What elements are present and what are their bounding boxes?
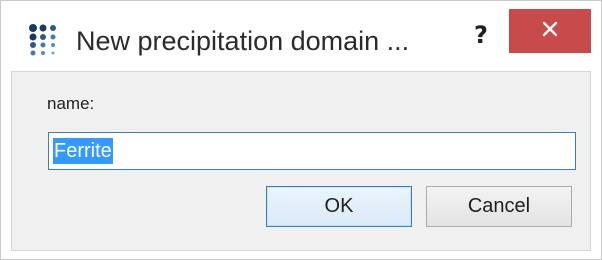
close-icon <box>542 21 558 42</box>
cancel-button[interactable]: Cancel <box>426 186 572 227</box>
dialog-body: name: Ferrite OK Cancel <box>11 71 591 251</box>
dialog-window: New precipitation domain ... ? name: Fer… <box>0 0 602 260</box>
window-title: New precipitation domain ... <box>76 26 410 56</box>
app-dots-icon <box>27 23 63 59</box>
ok-button[interactable]: OK <box>266 186 412 227</box>
name-label: name: <box>47 94 95 113</box>
close-button[interactable] <box>509 9 591 53</box>
name-input[interactable]: Ferrite <box>48 132 576 170</box>
title-bar[interactable]: New precipitation domain ... ? <box>1 1 601 71</box>
name-input-value: Ferrite <box>53 138 113 164</box>
help-button[interactable]: ? <box>461 15 501 55</box>
